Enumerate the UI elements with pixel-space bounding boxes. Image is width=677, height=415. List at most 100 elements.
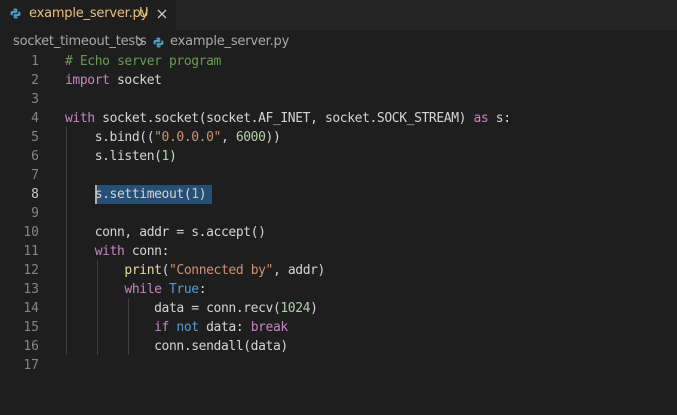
code-line: 1 # Echo server program bbox=[0, 52, 677, 71]
line-number: 12 bbox=[23, 263, 39, 278]
untracked-badge: U bbox=[139, 6, 149, 21]
code-line: 8 s.settimeout(1) bbox=[0, 185, 677, 204]
code-line: 10 conn, addr = s.accept() bbox=[0, 223, 677, 242]
code-token: ( bbox=[161, 263, 170, 278]
code-token: 1 bbox=[161, 149, 170, 164]
tab-label: example_server.py bbox=[29, 6, 149, 21]
code-token: 1 bbox=[191, 187, 199, 202]
code-line: 5 s.bind(("0.0.0.0", 6000)) bbox=[0, 128, 677, 147]
code-line: 17 bbox=[0, 356, 677, 375]
code-token: , bbox=[220, 130, 236, 145]
code-token: conn: bbox=[124, 244, 170, 259]
code-token: "Connected by" bbox=[169, 263, 273, 278]
code-line: 2 import socket bbox=[0, 71, 677, 90]
code-token: import bbox=[65, 73, 110, 88]
code-token: s.bind(( bbox=[65, 130, 155, 145]
line-number: 4 bbox=[31, 111, 39, 126]
code-token: with bbox=[65, 111, 95, 126]
code-token: while bbox=[124, 282, 162, 297]
code-line: 13 while True: bbox=[0, 280, 677, 299]
code-text: s.settimeout(1) bbox=[65, 185, 207, 204]
line-number: 15 bbox=[23, 320, 39, 335]
code-line: 15 if not data: break bbox=[0, 318, 677, 337]
line-number: 9 bbox=[31, 206, 39, 221]
code-token: 6000 bbox=[235, 130, 266, 145]
breadcrumb: socket_timeout_tests example_server.py bbox=[0, 30, 677, 52]
code-token: socket.socket(socket.AF_INET, socket.SOC… bbox=[94, 111, 474, 126]
code-editor[interactable]: 1 # Echo server program 2 import socket 3 4 wi… bbox=[0, 52, 677, 415]
line-number: 14 bbox=[23, 301, 39, 316]
line-number: 11 bbox=[23, 244, 39, 259]
code-token: True bbox=[169, 282, 199, 297]
code-token: socket bbox=[109, 73, 162, 88]
code-text: print("Connected by", addr) bbox=[65, 261, 325, 280]
line-number: 13 bbox=[23, 282, 39, 297]
code-token: s.settimeout( bbox=[65, 187, 192, 202]
code-token: with bbox=[94, 244, 125, 259]
line-number: 5 bbox=[31, 130, 39, 145]
code-line: 3 bbox=[0, 90, 677, 109]
python-file-icon bbox=[153, 37, 164, 48]
code-text: s.bind(("0.0.0.0", 6000)) bbox=[65, 128, 281, 147]
code-token: , addr) bbox=[272, 263, 325, 278]
tab-bar: example_server.py U bbox=[0, 0, 677, 30]
line-number: 6 bbox=[31, 149, 39, 164]
code-token: s: bbox=[488, 111, 511, 126]
code-token: data = conn.recv( bbox=[65, 301, 281, 316]
code-token: print bbox=[124, 263, 162, 278]
line-number: 17 bbox=[23, 358, 39, 373]
code-token: )) bbox=[265, 130, 281, 145]
code-text: conn.sendall(data) bbox=[65, 337, 288, 356]
code-token: ) bbox=[198, 187, 207, 202]
line-number: 3 bbox=[31, 92, 39, 107]
code-line: 11 with conn: bbox=[0, 242, 677, 261]
code-token: conn, addr = s.accept() bbox=[65, 225, 266, 240]
code-token: conn.sendall(data) bbox=[65, 339, 288, 354]
chevron-right-icon bbox=[138, 37, 144, 47]
code-token: as bbox=[473, 111, 489, 126]
code-token: if bbox=[154, 320, 169, 335]
code-token: "0.0.0.0" bbox=[154, 130, 221, 145]
code-text: conn, addr = s.accept() bbox=[65, 223, 266, 242]
code-text: import socket bbox=[65, 71, 162, 90]
line-number: 16 bbox=[23, 339, 39, 354]
code-line: 16 conn.sendall(data) bbox=[0, 337, 677, 356]
code-line: 14 data = conn.recv(1024) bbox=[0, 299, 677, 318]
line-number: 10 bbox=[23, 225, 39, 240]
close-icon[interactable] bbox=[155, 7, 169, 21]
code-line: 4 with socket.socket(socket.AF_INET, sock… bbox=[0, 109, 677, 128]
code-line: 6 s.listen(1) bbox=[0, 147, 677, 166]
code-token: # Echo server program bbox=[65, 54, 221, 69]
code-token: not bbox=[176, 320, 199, 335]
tab-example-server[interactable]: example_server.py U bbox=[0, 0, 176, 30]
code-token: s.listen( bbox=[65, 149, 162, 164]
code-token: ) bbox=[168, 149, 177, 164]
code-text: # Echo server program bbox=[65, 52, 221, 71]
line-number: 2 bbox=[31, 73, 39, 88]
code-token: : bbox=[198, 282, 207, 297]
code-text: if not data: break bbox=[65, 318, 288, 337]
code-text: data = conn.recv(1024) bbox=[65, 299, 318, 318]
code-text: with socket.socket(socket.AF_INET, socke… bbox=[65, 109, 511, 128]
code-text: s.listen(1) bbox=[65, 147, 177, 166]
code-line: 12 print("Connected by", addr) bbox=[0, 261, 677, 280]
code-text: while True: bbox=[65, 280, 206, 299]
breadcrumb-file[interactable]: example_server.py bbox=[170, 34, 289, 49]
code-line: 9 bbox=[0, 204, 677, 223]
code-token: ) bbox=[310, 301, 318, 316]
code-token: break bbox=[250, 320, 289, 335]
code-token: data: bbox=[198, 320, 251, 335]
line-number: 8 bbox=[31, 187, 39, 202]
breadcrumb-folder[interactable]: socket_timeout_tests bbox=[13, 34, 147, 49]
line-number: 7 bbox=[31, 168, 39, 183]
code-line: 7 bbox=[0, 166, 677, 185]
python-file-icon bbox=[10, 8, 21, 19]
code-token: 1024 bbox=[280, 301, 311, 316]
line-number: 1 bbox=[31, 54, 39, 69]
code-text: with conn: bbox=[65, 242, 170, 261]
